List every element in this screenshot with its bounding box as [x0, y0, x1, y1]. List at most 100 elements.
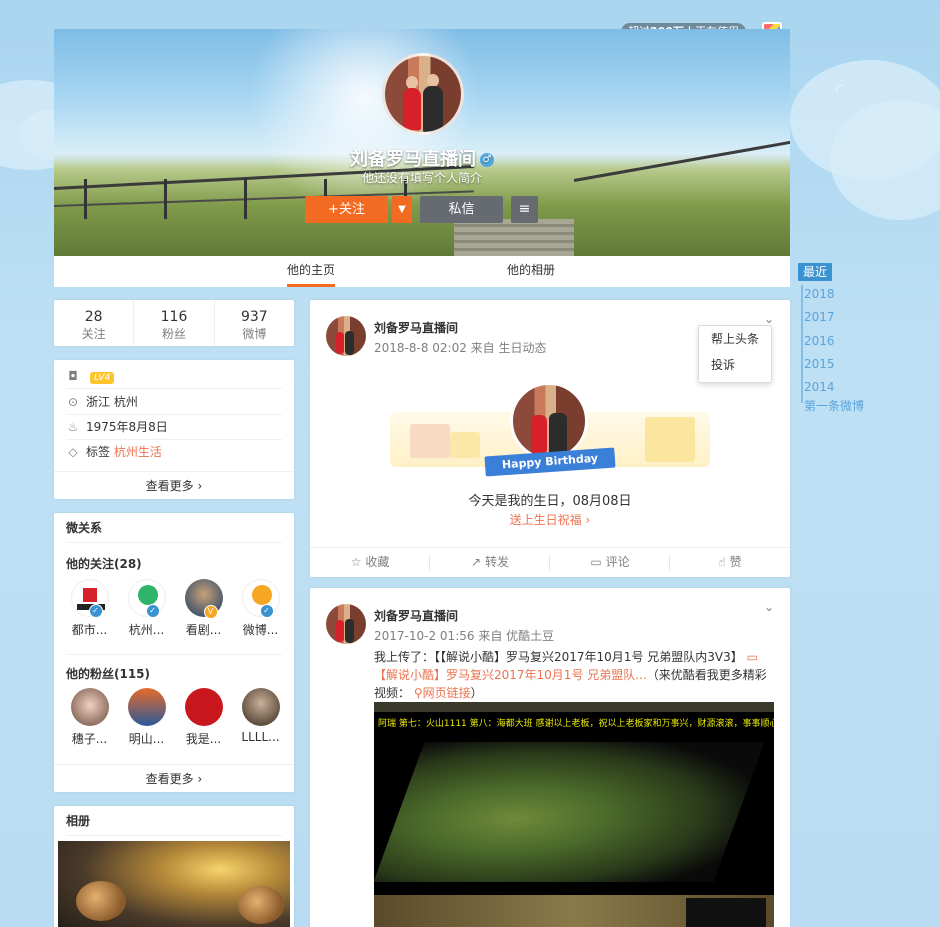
more-menu-button[interactable]: ≡ [511, 196, 538, 223]
stat-fans[interactable]: 116 粉丝 [134, 300, 215, 346]
post-time[interactable]: 2017-10-2 01:56 来自 优酷土豆 [374, 627, 554, 644]
video-icon: ▭ [746, 650, 758, 664]
profile-bio: 他还没有填写个人简介 [361, 171, 482, 185]
video-ticker-text: 阿瑞 第七：火山1111 第八：海都大班 感谢以上老板，祝以上老板家和万事兴，财… [378, 719, 774, 729]
tag-icon: ◇ [68, 445, 78, 459]
avatar: ✓ [241, 579, 280, 618]
post-author-name[interactable]: 刘备罗马直播间 [374, 607, 458, 624]
level-badge[interactable]: LV4 [90, 372, 115, 384]
user-name: 看剧... [185, 623, 222, 637]
share-icon: ↗ [470, 555, 482, 569]
repost-button[interactable]: ↗ 转发 [430, 548, 550, 577]
album-title: 相册 [66, 806, 282, 836]
following-user[interactable]: V 看剧... [175, 579, 232, 638]
stat-label: 关注 [81, 327, 106, 341]
location-text: 浙江 杭州 [86, 395, 138, 409]
menu-item-report[interactable]: 投诉 [699, 352, 771, 378]
action-label: 收藏 [365, 555, 390, 569]
post-author-name[interactable]: 刘备罗马直播间 [374, 319, 458, 336]
timeline-year[interactable]: 2018 [804, 287, 835, 301]
verified-icon: ✓ [88, 604, 103, 618]
stat-following[interactable]: 28 关注 [54, 300, 135, 346]
cover-steps [454, 219, 574, 256]
profile-avatar[interactable] [382, 53, 464, 135]
menu-item-promote[interactable]: 帮上头条 [699, 326, 771, 352]
verified-icon: ✓ [259, 604, 274, 618]
birthday-row: ♨ 1975年8月8日 [66, 415, 282, 440]
stat-number: 28 [84, 309, 103, 325]
timeline-recent[interactable]: 最近 [798, 263, 833, 281]
thumbs-up-icon: ☝ [718, 555, 726, 569]
photo-snail [238, 886, 284, 924]
timeline-year[interactable]: 2016 [804, 334, 835, 348]
chevron-down-icon[interactable]: ⌄ [764, 312, 774, 326]
chevron-right-icon: › [197, 479, 203, 493]
wish-label: 送上生日祝福 [509, 513, 582, 527]
birthday-card: Happy Birthday [390, 372, 710, 477]
location-row: ⊙ 浙江 杭州 [66, 390, 282, 415]
gift-box-decoration [645, 417, 695, 462]
stat-posts[interactable]: 937 微博 [215, 300, 294, 346]
tags-label: 标签 [86, 445, 111, 459]
relations-card: 微关系 他的关注(28) ✓ 都市... ✓ 杭州... V 看剧... ✓ 微… [54, 513, 294, 792]
post-text-end: ） [470, 686, 483, 700]
post-time[interactable]: 2018-8-8 02:02 来自 生日动态 [374, 339, 547, 356]
verified-icon: ✓ [145, 604, 160, 618]
video-title-link[interactable]: 【解说小酷】罗马复兴2017年10月1号 兄弟盟队... [374, 668, 647, 682]
video-thumbnail[interactable]: 阿瑞 第七：火山1111 第八：海都大班 感谢以上老板，祝以上老板家和万事兴，财… [374, 702, 774, 927]
favorite-button[interactable]: ☆ 收藏 [310, 548, 430, 577]
timeline-first-post[interactable]: 第一条微博 [804, 397, 864, 414]
tab-home[interactable]: 他的主页 [287, 256, 336, 287]
fans-list: 穗子... 明山... 我是... LLLL... [61, 688, 289, 747]
comment-button[interactable]: ▭ 评论 [550, 548, 670, 577]
stat-number: 937 [240, 309, 268, 325]
game-map [374, 742, 765, 882]
birthday-avatar [510, 382, 588, 460]
fan-user[interactable]: LLLL... [232, 688, 289, 747]
info-more-link[interactable]: 查看更多 › [54, 471, 294, 499]
fan-user[interactable]: 穗子... [61, 688, 118, 747]
signal-icon: ◜ [836, 80, 843, 101]
like-button[interactable]: ☝ 赞 [670, 548, 790, 577]
more-label: 查看更多 [145, 479, 194, 493]
post-author-avatar[interactable] [326, 316, 366, 356]
following-user[interactable]: ✓ 都市... [61, 579, 118, 638]
male-gender-icon: ♂ [480, 153, 494, 167]
fan-user[interactable]: 明山... [118, 688, 175, 747]
following-list: ✓ 都市... ✓ 杭州... V 看剧... ✓ 微博... [61, 579, 289, 638]
game-minimap [686, 898, 766, 927]
post-author-avatar[interactable] [326, 604, 366, 644]
stat-label: 微博 [242, 327, 267, 341]
following-user[interactable]: ✓ 微博... [232, 579, 289, 638]
profile-stats: 28 关注 116 粉丝 937 微博 [54, 300, 294, 346]
send-birthday-wishes-link[interactable]: 送上生日祝福 › [310, 511, 790, 528]
tag-link[interactable]: 杭州生活 [114, 445, 162, 459]
birthday-text: 1975年8月8日 [86, 420, 168, 434]
album-photo[interactable] [58, 841, 290, 927]
following-user[interactable]: ✓ 杭州... [118, 579, 175, 638]
profile-tabs: 他的主页 他的相册 [54, 256, 790, 287]
more-label: 查看更多 [145, 772, 194, 786]
message-button[interactable]: 私信 [420, 196, 503, 223]
follow-dropdown-button[interactable]: ▼ [392, 196, 412, 223]
user-name: 杭州... [128, 623, 165, 637]
timeline-year[interactable]: 2017 [804, 310, 835, 324]
fan-user[interactable]: 我是... [175, 688, 232, 747]
tab-album[interactable]: 他的相册 [507, 256, 555, 287]
fans-title[interactable]: 他的粉丝(115) [66, 665, 150, 682]
profile-info-card: ◘ LV4 ⊙ 浙江 杭州 ♨ 1975年8月8日 ◇ 标签 杭州生活 查看更多 › [54, 360, 294, 499]
profile-name-row: 刘备罗马直播间 ♂ [54, 145, 790, 171]
chevron-down-icon[interactable]: ⌄ [764, 600, 774, 614]
comment-icon: ▭ [590, 555, 602, 569]
web-link[interactable]: 网页链接 [423, 686, 471, 700]
profile-cover: 刘备罗马直播间 ♂ 他还没有填写个人简介 +关注 ▼ 私信 ≡ [54, 29, 790, 256]
relations-more-link[interactable]: 查看更多 › [54, 764, 294, 792]
post-text-main: 我上传了：【【解说小酷】罗马复兴2017年10月1号 兄弟盟队内3V3】 [374, 650, 743, 664]
game-hud-top [374, 702, 774, 712]
timeline-year[interactable]: 2014 [804, 380, 835, 394]
post-text: 我上传了：【【解说小酷】罗马复兴2017年10月1号 兄弟盟队内3V3】 ▭ 【… [374, 648, 774, 702]
following-title[interactable]: 他的关注(28) [66, 555, 142, 572]
follow-button[interactable]: +关注 [305, 196, 388, 223]
user-name: LLLL... [241, 730, 280, 744]
timeline-year[interactable]: 2015 [804, 357, 835, 371]
